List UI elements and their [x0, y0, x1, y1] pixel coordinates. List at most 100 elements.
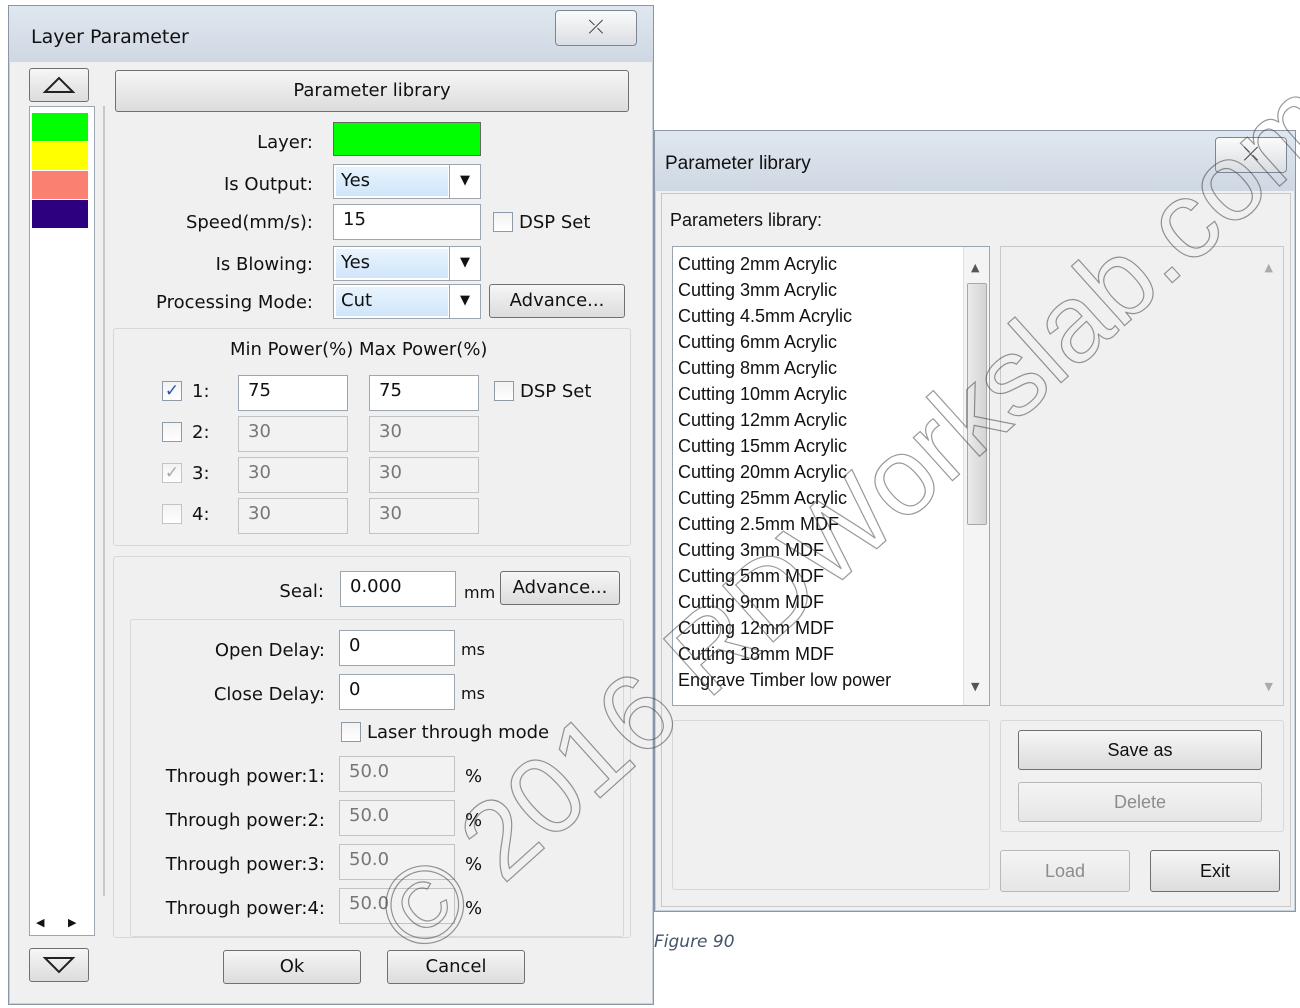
layer-color-box — [333, 122, 481, 156]
delete-button[interactable]: Delete — [1018, 782, 1262, 822]
list-item[interactable]: Cutting 12mm Acrylic — [673, 407, 963, 433]
power-min-input[interactable]: 30 — [238, 498, 348, 534]
through-power-input[interactable]: 50.0 — [339, 888, 455, 924]
layer-swatch[interactable] — [32, 142, 88, 170]
laser-through-mode-checkbox[interactable] — [341, 722, 361, 742]
chevron-down-icon[interactable]: ▼ — [449, 285, 480, 318]
list-item[interactable]: Cutting 5mm MDF — [673, 563, 963, 589]
power-row-checkbox[interactable] — [162, 422, 182, 442]
layer-label: Layer: — [257, 132, 313, 153]
list-item[interactable]: Engrave Timber low power — [673, 667, 963, 693]
load-button[interactable]: Load — [1000, 850, 1130, 892]
list-item[interactable]: Cutting 4.5mm Acrylic — [673, 303, 963, 329]
library-dialog-title: Parameter library — [665, 153, 811, 174]
list-item[interactable]: Cutting 2.5mm MDF — [673, 511, 963, 537]
power-max-input[interactable]: 30 — [369, 498, 479, 534]
is-blowing-select[interactable]: Yes ▼ — [333, 246, 481, 281]
through-power-label: Through power:1: — [165, 766, 325, 787]
speed-dsp-set-checkbox[interactable] — [493, 212, 513, 232]
processing-mode-select[interactable]: Cut ▼ — [333, 284, 481, 319]
processing-mode-label: Processing Mode: — [156, 292, 313, 313]
cancel-button[interactable]: Cancel — [387, 950, 525, 984]
layer-swatch[interactable] — [32, 113, 88, 141]
scroll-down-icon[interactable]: ▼ — [971, 680, 979, 693]
scroll-down-icon[interactable]: ▼ — [1265, 680, 1273, 693]
list-scrollbar[interactable]: ▲ ▼ — [963, 247, 989, 705]
ok-button[interactable]: Ok — [223, 950, 361, 984]
through-power-label: Through power:3: — [165, 854, 325, 875]
power-row-checkbox[interactable]: ✓ — [162, 381, 182, 401]
list-item[interactable]: Cutting 12mm MDF — [673, 615, 963, 641]
power-group: Min Power(%) Max Power(%) ✓ 1: 75 75 2: 30 30 ✓… — [113, 328, 631, 546]
power-min-input[interactable]: 30 — [238, 416, 348, 452]
is-output-select[interactable]: Yes ▼ — [333, 164, 481, 199]
close-delay-input[interactable]: 0 — [339, 674, 455, 710]
list-item[interactable]: Cutting 25mm Acrylic — [673, 485, 963, 511]
library-dialog-titlebar: Parameter library ⤫ — [655, 131, 1295, 191]
layer-down-button[interactable] — [29, 948, 89, 982]
library-preview-panel — [672, 720, 990, 890]
triangle-down-icon — [42, 957, 76, 974]
chevron-down-icon[interactable]: ▼ — [449, 247, 480, 280]
power-row-checkbox[interactable]: ✓ — [162, 463, 182, 483]
processing-advance-button[interactable]: Advance... — [489, 284, 625, 318]
library-list-label: Parameters library: — [670, 210, 823, 230]
close-delay-unit: ms — [461, 684, 485, 703]
layer-swatch[interactable] — [32, 200, 88, 228]
through-power-input[interactable]: 50.0 — [339, 756, 455, 792]
power-row-checkbox[interactable] — [162, 504, 182, 524]
list-item[interactable]: Cutting 9mm MDF — [673, 589, 963, 615]
scroll-up-icon[interactable]: ▲ — [971, 261, 979, 274]
through-power-input[interactable]: 50.0 — [339, 800, 455, 836]
list-item[interactable]: Cutting 8mm Acrylic — [673, 355, 963, 381]
list-item[interactable]: Cutting 10mm Acrylic — [673, 381, 963, 407]
list-item[interactable]: Cutting 3mm MDF — [673, 537, 963, 563]
through-power-unit: % — [465, 810, 483, 831]
processing-mode-value: Cut — [336, 287, 448, 316]
through-power-label: Through power:4: — [165, 898, 325, 919]
power-max-input[interactable]: 75 — [369, 375, 479, 411]
save-as-button[interactable]: Save as — [1018, 730, 1262, 770]
close-icon[interactable]: ⤫ — [1215, 137, 1287, 173]
open-delay-input[interactable]: 0 — [339, 630, 455, 666]
open-delay-label: Open Delay: — [214, 640, 325, 661]
parameter-detail-list[interactable]: ▲ ▼ — [1000, 246, 1284, 706]
seal-label: Seal: — [279, 581, 324, 602]
scroll-up-icon[interactable]: ▲ — [1265, 261, 1273, 274]
parameter-library-button[interactable]: Parameter library — [115, 70, 629, 112]
power-dsp-set-checkbox[interactable] — [494, 381, 514, 401]
layer-list[interactable]: ◀ ▶ — [29, 106, 95, 936]
close-icon[interactable]: ⤫ — [555, 10, 637, 46]
figure-caption: Figure 90 — [654, 932, 735, 952]
power-min-input[interactable]: 75 — [238, 375, 348, 411]
list-item[interactable]: Cutting 20mm Acrylic — [673, 459, 963, 485]
parameter-list[interactable]: Cutting 2mm Acrylic Cutting 3mm Acrylic Cu… — [672, 246, 990, 706]
layer-list-divider — [103, 106, 105, 896]
layer-up-button[interactable] — [29, 68, 89, 102]
through-power-input[interactable]: 50.0 — [339, 844, 455, 880]
layer-parameter-dialog: Layer Parameter ⤫ ◀ ▶ Parameter library … — [8, 5, 654, 1005]
power-max-input[interactable]: 30 — [369, 457, 479, 493]
list-item[interactable]: Cutting 18mm MDF — [673, 641, 963, 667]
through-power-unit: % — [465, 854, 483, 875]
list-item[interactable]: Cutting 2mm Acrylic — [673, 251, 963, 277]
seal-input[interactable]: 0.000 — [340, 571, 456, 607]
layer-swatch[interactable] — [32, 171, 88, 199]
list-item[interactable]: Cutting 15mm Acrylic — [673, 433, 963, 459]
seal-advance-button[interactable]: Advance... — [500, 571, 620, 605]
list-item[interactable]: Cutting 6mm Acrylic — [673, 329, 963, 355]
layer-list-scroll-left-icon[interactable]: ◀ — [36, 916, 44, 929]
power-row-label: 4: — [192, 504, 210, 525]
through-power-unit: % — [465, 766, 483, 787]
power-min-input[interactable]: 30 — [238, 457, 348, 493]
is-output-label: Is Output: — [224, 174, 313, 195]
layer-list-scroll-right-icon[interactable]: ▶ — [68, 916, 76, 929]
exit-button[interactable]: Exit — [1150, 850, 1280, 892]
chevron-down-icon[interactable]: ▼ — [449, 165, 480, 198]
close-delay-label: Close Delay: — [213, 684, 325, 705]
laser-through-mode-label: Laser through mode — [367, 722, 550, 743]
power-max-input[interactable]: 30 — [369, 416, 479, 452]
scroll-thumb[interactable] — [967, 283, 987, 525]
list-item[interactable]: Cutting 3mm Acrylic — [673, 277, 963, 303]
speed-input[interactable]: 15 — [333, 204, 481, 240]
